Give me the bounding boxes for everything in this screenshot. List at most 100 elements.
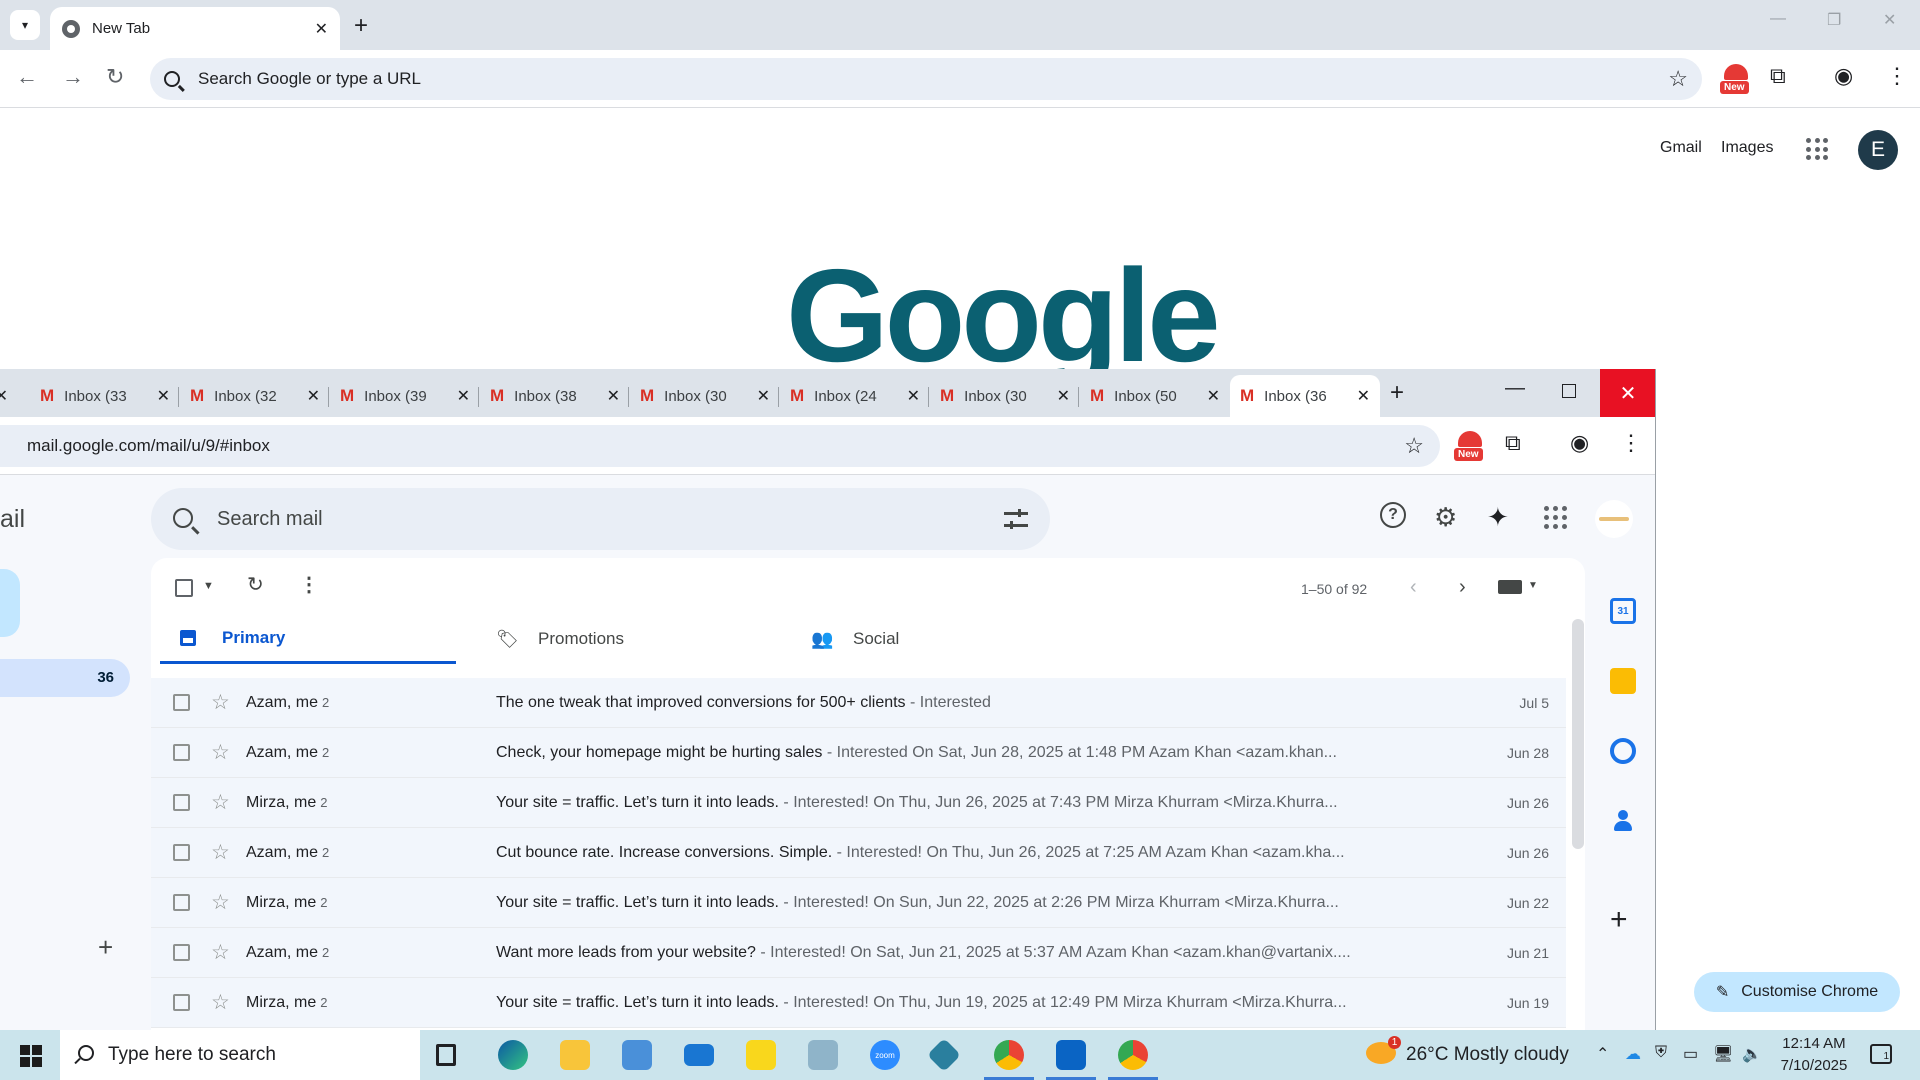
store-icon[interactable] bbox=[622, 1040, 652, 1070]
close-window-button[interactable]: ✕ bbox=[1883, 10, 1896, 30]
app-icon[interactable] bbox=[927, 1038, 961, 1072]
address-bar[interactable]: mail.google.com/mail/u/9/#inbox ☆ bbox=[0, 425, 1440, 467]
keyboard-icon[interactable] bbox=[1498, 580, 1522, 594]
get-addons-icon[interactable]: + bbox=[1610, 903, 1628, 937]
puzzle-extensions-icon[interactable]: ⧉ bbox=[1770, 63, 1786, 89]
chevron-up-icon[interactable]: ⌃ bbox=[1596, 1044, 1609, 1064]
tab-search-button[interactable]: ▾ bbox=[10, 10, 40, 40]
close-icon[interactable]: ✕ bbox=[1207, 386, 1220, 406]
star-icon[interactable]: ☆ bbox=[211, 990, 230, 1015]
tab-inbox[interactable]: M Inbox (30 ✕ bbox=[930, 375, 1080, 417]
table-row[interactable]: ☆ Mirza, me 2 Your site = traffic. Let’s … bbox=[151, 978, 1566, 1028]
settings-gear-icon[interactable]: ⚙ bbox=[1434, 502, 1457, 533]
tab-inbox[interactable]: M Inbox (39 ✕ bbox=[330, 375, 480, 417]
task-view-icon[interactable] bbox=[436, 1044, 456, 1066]
star-icon[interactable]: ☆ bbox=[211, 940, 230, 965]
table-row[interactable]: ☆ Azam, me 2 Cut bounce rate. Increase co… bbox=[151, 828, 1566, 878]
tab-promotions[interactable]: 🏷 Promotions bbox=[476, 614, 772, 664]
new-tab-button[interactable]: + bbox=[354, 12, 368, 40]
forward-arrow-icon[interactable]: → bbox=[62, 64, 84, 90]
add-label-icon[interactable]: + bbox=[98, 932, 113, 963]
kebab-menu-icon[interactable]: ⋮ bbox=[1886, 63, 1908, 89]
chevron-down-icon[interactable]: ▼ bbox=[1528, 580, 1538, 591]
gmail-link[interactable]: Gmail bbox=[1660, 139, 1702, 157]
weather-text[interactable]: 26°C Mostly cloudy bbox=[1406, 1044, 1569, 1066]
profile-icon[interactable]: ◉ bbox=[1834, 63, 1853, 89]
close-icon[interactable]: ✕ bbox=[1357, 386, 1370, 406]
account-avatar[interactable] bbox=[1595, 500, 1633, 538]
table-row[interactable]: ☆ Azam, me 2 The one tweak that improved … bbox=[151, 678, 1566, 728]
tab-inbox[interactable]: M Inbox (33 ✕ bbox=[30, 375, 180, 417]
help-icon[interactable]: ? bbox=[1380, 502, 1406, 528]
notification-center-icon[interactable]: 1 bbox=[1870, 1044, 1892, 1064]
calendar-icon[interactable]: 31 bbox=[1610, 598, 1636, 624]
row-checkbox[interactable] bbox=[173, 844, 190, 861]
table-row[interactable]: ☆ Azam, me 2 Check, your homepage might b… bbox=[151, 728, 1566, 778]
tab-inbox[interactable]: M Inbox (24 ✕ bbox=[780, 375, 930, 417]
refresh-icon[interactable]: ↻ bbox=[247, 572, 264, 597]
scrollbar[interactable] bbox=[1572, 619, 1584, 849]
star-icon[interactable]: ☆ bbox=[211, 840, 230, 865]
row-checkbox[interactable] bbox=[173, 794, 190, 811]
close-icon[interactable]: ✕ bbox=[157, 386, 170, 406]
network-icon[interactable]: 🖥 bbox=[1713, 1044, 1733, 1064]
battery-icon[interactable]: ▭ bbox=[1683, 1044, 1698, 1064]
google-apps-icon[interactable] bbox=[1544, 506, 1567, 529]
close-icon[interactable]: ✕ bbox=[315, 19, 328, 39]
star-icon[interactable]: ☆ bbox=[211, 790, 230, 815]
close-icon[interactable]: ✕ bbox=[457, 386, 470, 406]
minimize-button[interactable]: — bbox=[1505, 377, 1525, 400]
clock-time[interactable]: 12:14 AM bbox=[1776, 1035, 1852, 1052]
tab-primary[interactable]: Primary bbox=[160, 614, 456, 664]
bookmark-star-icon[interactable]: ☆ bbox=[1404, 433, 1424, 459]
tab-social[interactable]: 👥 Social bbox=[791, 614, 1087, 664]
chrome-icon[interactable] bbox=[984, 1040, 1034, 1080]
account-avatar[interactable]: E bbox=[1858, 130, 1898, 170]
more-options-icon[interactable]: ⋮ bbox=[299, 572, 319, 597]
mail-icon[interactable] bbox=[684, 1044, 714, 1066]
chrome-active-icon[interactable] bbox=[1108, 1040, 1158, 1080]
restore-button[interactable]: ❐ bbox=[1827, 10, 1841, 30]
select-all-checkbox[interactable] bbox=[175, 579, 193, 597]
maximize-button[interactable] bbox=[1562, 384, 1576, 398]
reload-icon[interactable]: ↻ bbox=[106, 64, 124, 90]
row-checkbox[interactable] bbox=[173, 994, 190, 1011]
extension-new-icon[interactable]: New bbox=[1454, 431, 1486, 461]
security-icon[interactable]: ⛨ bbox=[1655, 1044, 1667, 1062]
tab-inbox[interactable]: M Inbox (50 ✕ bbox=[1080, 375, 1230, 417]
close-icon[interactable]: ✕ bbox=[607, 386, 620, 406]
close-window-button[interactable]: ✕ bbox=[1600, 369, 1655, 417]
star-icon[interactable]: ☆ bbox=[211, 690, 230, 715]
address-bar[interactable]: Search Google or type a URL ☆ bbox=[150, 58, 1702, 100]
bookmark-star-icon[interactable]: ☆ bbox=[1668, 66, 1688, 92]
edge-icon[interactable] bbox=[498, 1040, 528, 1070]
tasks-icon[interactable] bbox=[1610, 738, 1636, 764]
tab-inbox[interactable]: M Inbox (30 ✕ bbox=[630, 375, 780, 417]
zoom-icon[interactable]: zoom bbox=[870, 1040, 900, 1070]
select-dropdown-chevron-icon[interactable]: ▼ bbox=[203, 580, 214, 592]
customise-chrome-button[interactable]: ✎ Customise Chrome bbox=[1694, 972, 1900, 1012]
clock-date[interactable]: 7/10/2025 bbox=[1776, 1057, 1852, 1074]
close-icon[interactable]: ✕ bbox=[307, 386, 320, 406]
windows-start-icon[interactable] bbox=[20, 1045, 42, 1067]
puzzle-extensions-icon[interactable]: ⧉ bbox=[1505, 430, 1521, 456]
tab-inbox[interactable]: M Inbox (38 ✕ bbox=[480, 375, 630, 417]
extension-new-icon[interactable]: New bbox=[1720, 64, 1752, 94]
row-checkbox[interactable] bbox=[173, 694, 190, 711]
tab-inbox-partial[interactable]: ✕ bbox=[0, 375, 18, 417]
row-checkbox[interactable] bbox=[173, 944, 190, 961]
profile-icon[interactable]: ◉ bbox=[1570, 430, 1589, 456]
taskbar-search-input[interactable]: Type here to search bbox=[60, 1030, 420, 1080]
notes-app-icon[interactable] bbox=[808, 1040, 838, 1070]
row-checkbox[interactable] bbox=[173, 744, 190, 761]
close-icon[interactable]: ✕ bbox=[757, 386, 770, 406]
onedrive-cloud-icon[interactable]: ☁ bbox=[1625, 1044, 1641, 1064]
outlook-icon[interactable] bbox=[1046, 1040, 1096, 1080]
contacts-icon[interactable] bbox=[1610, 808, 1636, 834]
compose-button[interactable] bbox=[0, 569, 20, 637]
table-row[interactable]: ☆ Mirza, me 2 Your site = traffic. Let’s … bbox=[151, 778, 1566, 828]
images-link[interactable]: Images bbox=[1721, 139, 1773, 157]
chevron-left-icon[interactable]: ‹ bbox=[1410, 576, 1417, 599]
star-icon[interactable]: ☆ bbox=[211, 890, 230, 915]
gemini-sparkle-icon[interactable]: ✦ bbox=[1487, 502, 1509, 533]
